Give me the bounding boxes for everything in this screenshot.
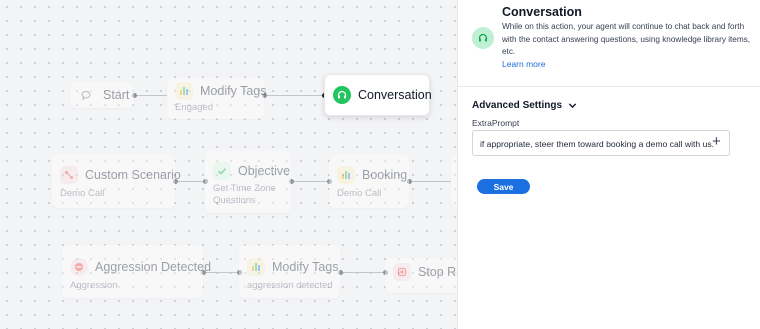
connector [409,181,451,182]
chat-bubble-icon [78,86,96,104]
node-subtitle: Get Time Zone Questions [213,183,276,206]
node-subtitle: aggression detected [247,280,333,291]
check-icon [213,162,231,180]
node-subtitle: Aggression [70,280,118,291]
advanced-settings-label: Advanced Settings [472,100,563,111]
chevron-down-icon [568,103,577,109]
node-subtitle: Demo Call [60,188,105,199]
node-booking[interactable]: Booking Demo Call [329,155,409,208]
flow-canvas[interactable]: Start Modify Tags Engaged Conversation C… [0,0,457,329]
node-subtitle: Demo Call [337,188,382,199]
save-button[interactable]: Save [477,179,530,194]
node-title: Modify Tags [200,84,267,98]
node-title: Modify Tags [272,260,339,274]
tag-icon [175,82,193,100]
node-title: Aggression Detected [95,260,212,274]
settings-panel: Conversation While on this action, your … [457,0,760,329]
extra-prompt-input[interactable]: if appropriate, steer them toward bookin… [472,130,730,156]
node-title: Stop Res [418,265,457,279]
node-objective[interactable]: Objective Get Time Zone Questions [205,150,291,213]
tag-icon [247,258,265,276]
node-custom-scenario[interactable]: Custom Scenario Demo Call [52,155,181,208]
node-start[interactable]: Start [70,82,134,108]
node-stop-response[interactable]: Stop Res [385,258,457,293]
connector [340,272,385,273]
alert-icon [70,258,88,276]
panel-description: While on this action, your agent will co… [502,22,751,56]
panel-title: Conversation [502,5,582,19]
node-title: Custom Scenario [85,168,181,182]
learn-more-link[interactable]: Learn more [502,59,545,69]
node-title: Start [103,88,130,102]
scenario-icon [60,166,78,184]
plus-icon[interactable]: + [712,134,721,149]
node-title: Conversation [358,88,432,102]
node-aggression-detected[interactable]: Aggression Detected Aggression [62,245,211,298]
node-title: Objective [238,164,291,178]
headset-icon [472,27,494,49]
node-modify-tags[interactable]: Modify Tags Engaged [167,78,267,119]
headset-icon [333,86,351,104]
connector [291,181,329,182]
advanced-settings-toggle[interactable]: Advanced Settings [472,100,577,111]
node-title: Booking [362,168,408,182]
connector [134,95,167,96]
stop-icon [393,263,411,281]
node-subtitle: Engaged [175,102,214,113]
divider [458,86,760,87]
node-modify-tags[interactable]: Modify Tags aggression detected [239,245,340,298]
calendar-icon [337,166,355,184]
node-conversation[interactable]: Conversation [324,74,432,116]
connector [264,95,324,96]
extra-prompt-label: ExtraPrompt [472,118,520,128]
